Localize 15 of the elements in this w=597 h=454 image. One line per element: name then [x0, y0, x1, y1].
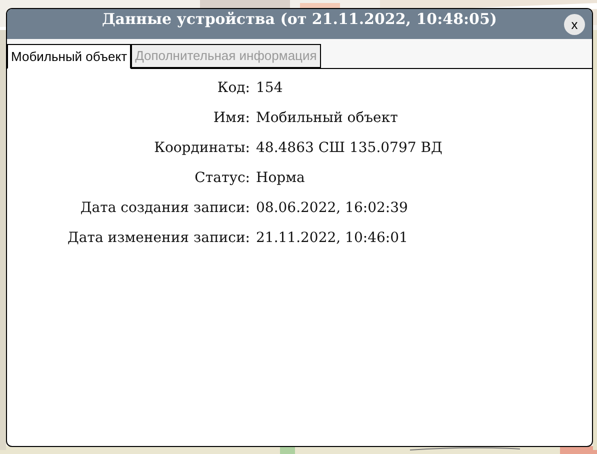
field-label: Координаты: [153, 139, 250, 157]
field-value: 48.4863 СШ 135.0797 ВД [256, 139, 444, 157]
window-title: Данные устройства (от 21.11.2022, 10:48:05) [102, 9, 498, 30]
field-value: 154 [256, 79, 284, 97]
tab[interactable]: Мобильный объект [7, 44, 132, 69]
field-label: Статус: [194, 169, 250, 187]
field-label: Код: [216, 79, 250, 97]
field-value: Норма [256, 169, 306, 187]
close-button[interactable]: x [564, 14, 585, 35]
field-value: 21.11.2022, 10:46:01 [256, 229, 409, 247]
field-label: Имя: [212, 109, 250, 127]
field-value: Мобильный объект [256, 109, 399, 127]
field-label: Дата создания записи: [79, 199, 250, 217]
field-value: 08.06.2022, 16:02:39 [256, 199, 409, 217]
field-label: Дата изменения записи: [66, 229, 250, 247]
